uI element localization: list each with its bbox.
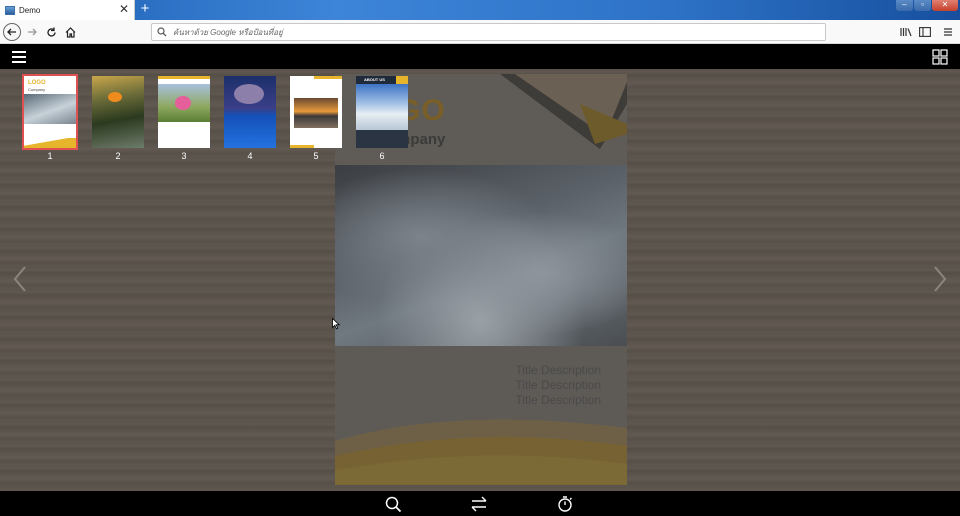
page-title-description-2: Title Description bbox=[515, 378, 601, 392]
thumbnail-number-6: 6 bbox=[379, 151, 385, 161]
address-bar[interactable]: ค้นหาด้วย Google หรือป้อนที่อยู่ bbox=[151, 23, 826, 41]
search-icon[interactable] bbox=[384, 495, 402, 513]
thumb-6-header: ABOUT US bbox=[356, 76, 408, 84]
home-button[interactable] bbox=[61, 23, 79, 41]
thumb-5-footer-bar bbox=[290, 145, 314, 148]
browser-menu-button[interactable] bbox=[940, 23, 956, 41]
thumb-6-label: ABOUT US bbox=[364, 77, 385, 82]
thumbnail-page-1[interactable]: LOGO Company bbox=[22, 74, 78, 150]
page-title-description-1: Title Description bbox=[515, 363, 601, 377]
thumbnail-number-1: 1 bbox=[47, 151, 53, 161]
thumb-1-photo bbox=[24, 94, 76, 124]
browser-tab-strip: Demo ✕ + – ▫ ✕ bbox=[0, 0, 960, 20]
thumb-3-photo bbox=[158, 84, 210, 122]
tab-close-button[interactable]: ✕ bbox=[119, 3, 129, 15]
thumb-5-bar bbox=[314, 76, 342, 79]
thumbnail-number-3: 3 bbox=[181, 151, 187, 161]
thumb-3-bar bbox=[158, 76, 210, 79]
minimize-window-button[interactable]: – bbox=[896, 0, 913, 11]
flipbook-bottom-toolbar bbox=[0, 491, 960, 516]
thumbnail-number-5: 5 bbox=[313, 151, 319, 161]
thumbnail-number-4: 4 bbox=[247, 151, 253, 161]
sidebar-icon bbox=[919, 27, 931, 37]
page-title-description-3: Title Description bbox=[515, 393, 601, 407]
thumb-1-wave bbox=[24, 138, 76, 148]
home-icon bbox=[65, 26, 75, 38]
library-button[interactable] bbox=[898, 23, 914, 41]
reload-button[interactable] bbox=[42, 23, 60, 41]
sidebar-button[interactable] bbox=[917, 23, 933, 41]
thumbnail-page-5[interactable] bbox=[290, 76, 342, 148]
forward-button[interactable] bbox=[23, 23, 41, 41]
thumb-2-fish bbox=[108, 92, 122, 102]
window-controls: – ▫ ✕ bbox=[895, 0, 958, 11]
thumbnail-grid-icon[interactable] bbox=[932, 49, 948, 65]
tab-title: Demo bbox=[19, 5, 41, 15]
chevron-left-icon[interactable] bbox=[10, 264, 30, 294]
thumbnail-page-6[interactable]: ABOUT US bbox=[356, 76, 408, 148]
page-waterfall-photo bbox=[335, 165, 627, 346]
thumbnail-page-4[interactable] bbox=[224, 76, 276, 148]
mouse-cursor-icon bbox=[332, 318, 340, 330]
back-arrow-icon bbox=[7, 28, 16, 36]
browser-navigation-bar: ค้นหาด้วย Google หรือป้อนที่อยู่ bbox=[0, 20, 960, 44]
maximize-window-button[interactable]: ▫ bbox=[914, 0, 931, 11]
thumb-3-flower bbox=[175, 96, 191, 110]
search-icon bbox=[157, 27, 167, 37]
thumb-1-company: Company bbox=[28, 87, 46, 92]
flip-arrows-icon[interactable] bbox=[470, 495, 488, 513]
browser-tab[interactable]: Demo ✕ bbox=[0, 0, 135, 20]
back-button[interactable] bbox=[3, 23, 21, 41]
thumbnail-page-3[interactable] bbox=[158, 76, 210, 148]
thumbnail-number-2: 2 bbox=[115, 151, 121, 161]
thumb-5-photo bbox=[294, 98, 338, 128]
flipbook-stage: GO mpany Title Description Title Descrip… bbox=[0, 69, 960, 491]
library-icon bbox=[900, 28, 912, 37]
thumb-6-accent bbox=[396, 76, 408, 84]
hamburger-icon[interactable] bbox=[12, 51, 26, 63]
timer-icon[interactable] bbox=[556, 495, 574, 513]
thumbnail-page-2[interactable] bbox=[92, 76, 144, 148]
flipbook-top-toolbar bbox=[0, 44, 960, 69]
thumb-6-footer bbox=[356, 130, 408, 148]
tab-favicon-icon bbox=[5, 5, 15, 15]
chevron-right-icon[interactable] bbox=[930, 264, 950, 294]
forward-arrow-icon bbox=[28, 28, 37, 36]
thumb-1-logo: LOGO bbox=[28, 80, 46, 86]
new-tab-button[interactable]: + bbox=[138, 1, 152, 17]
reload-icon bbox=[46, 27, 56, 37]
thumb-4-fish bbox=[234, 84, 264, 104]
close-window-button[interactable]: ✕ bbox=[932, 0, 958, 11]
thumb-6-photo bbox=[356, 84, 408, 130]
menu-icon bbox=[944, 28, 952, 36]
address-bar-placeholder: ค้นหาด้วย Google หรือป้อนที่อยู่ bbox=[173, 27, 283, 37]
